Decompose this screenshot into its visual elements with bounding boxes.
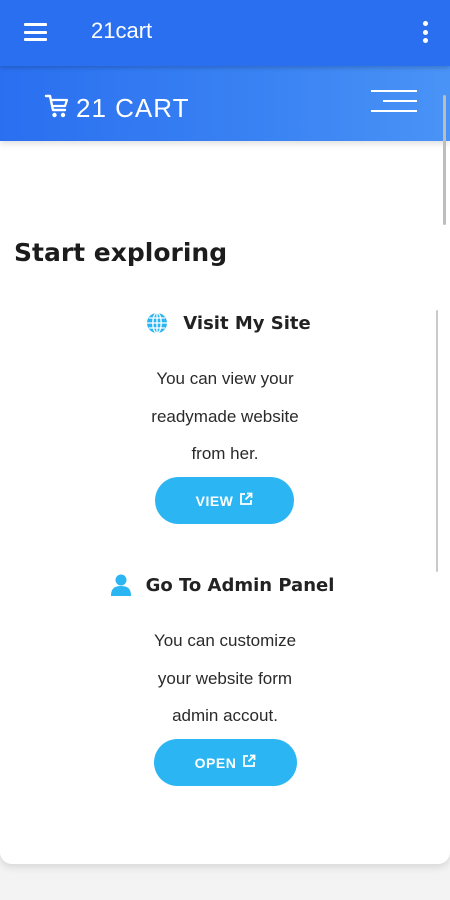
description-line: admin accout.: [172, 706, 278, 725]
description-line: from her.: [191, 444, 259, 463]
visit-site-heading: Visit My Site: [0, 309, 450, 337]
user-icon: [110, 573, 132, 597]
description-line: You can view your: [156, 369, 294, 388]
external-link-icon: [233, 492, 253, 509]
page-scrollbar[interactable]: [443, 95, 446, 225]
cart-icon: [44, 92, 70, 124]
view-button-label: VIEW: [195, 492, 234, 509]
external-link-icon: [236, 754, 256, 771]
logo-text: 21 CART: [76, 92, 190, 123]
section-title: Start exploring: [14, 238, 228, 267]
admin-panel-heading: Go To Admin Panel: [0, 571, 450, 599]
visit-site-title: Visit My Site: [183, 312, 311, 334]
more-vertical-icon[interactable]: [422, 21, 428, 43]
app-title: 21cart: [91, 18, 153, 43]
description-line: readymade website: [151, 406, 299, 426]
open-button-label: OPEN: [194, 754, 237, 771]
open-button[interactable]: OPEN: [154, 739, 297, 786]
admin-panel-description: You can customize your website form admi…: [75, 622, 375, 735]
content-scrollbar[interactable]: [436, 310, 438, 572]
admin-panel-title: Go To Admin Panel: [145, 574, 335, 596]
nav-menu-icon[interactable]: [371, 90, 417, 114]
visit-site-description: You can view your readymade website from…: [75, 360, 375, 473]
site-logo[interactable]: 21 CART: [44, 92, 189, 124]
globe-icon: [145, 311, 169, 335]
view-button[interactable]: VIEW: [155, 477, 294, 524]
description-line: You can customize: [153, 631, 297, 650]
app-bar: 21cart: [0, 0, 450, 66]
hamburger-menu-icon[interactable]: [24, 23, 47, 41]
description-line: your website form: [157, 668, 293, 688]
